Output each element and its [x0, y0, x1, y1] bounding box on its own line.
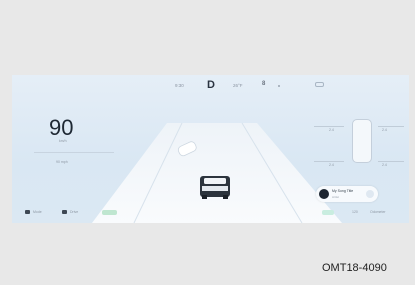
- tire-line: [314, 126, 344, 127]
- status-bar: 9:30 D 26°F 8: [12, 79, 409, 93]
- media-title: My Song Title: [332, 189, 354, 193]
- car-topview-icon: [352, 119, 372, 163]
- speed-value: 90: [49, 115, 74, 140]
- bottom-right-item-2: Odometer: [370, 210, 386, 214]
- status-number: 8: [262, 81, 266, 87]
- figure-caption: OMT18-4090: [322, 262, 387, 274]
- tire-line: [378, 126, 404, 127]
- tire-line: [314, 161, 344, 162]
- clock: 9:30: [175, 83, 184, 88]
- bottom-status-bar: Mode Drive 120 Odometer: [12, 207, 409, 219]
- status-dot-icon: [278, 85, 280, 87]
- tire-front-left: 2.4: [329, 128, 334, 132]
- mode-icon: [25, 210, 30, 214]
- bottom-left-item-2: Drive: [70, 210, 79, 214]
- tire-line: [378, 161, 404, 162]
- outside-temperature: 26°F: [233, 83, 243, 88]
- instrument-display: 9:30 D 26°F 8 90 km/h 90 mph 2.4 2.4 2.4…: [12, 75, 409, 223]
- status-pill-right: [322, 210, 334, 215]
- tire-front-right: 2.4: [382, 128, 387, 132]
- bottom-right-item-1: 120: [352, 210, 358, 214]
- media-artist: Artist: [332, 195, 339, 199]
- connection-icon: [315, 82, 324, 87]
- tire-rear-left: 2.4: [329, 163, 334, 167]
- gear-indicator: D: [207, 79, 215, 91]
- tire-rear-right: 2.4: [382, 163, 387, 167]
- bottom-left-item-1: Mode: [33, 210, 42, 214]
- album-art: [319, 189, 329, 199]
- speed-unit: km/h: [59, 139, 67, 143]
- speed-limit: 90 mph: [56, 160, 68, 164]
- speed-divider: [34, 152, 114, 153]
- media-play-button[interactable]: [366, 190, 374, 198]
- media-widget[interactable]: My Song Title Artist: [316, 186, 378, 202]
- status-pill: [102, 210, 117, 215]
- drive-icon: [62, 210, 67, 214]
- ego-vehicle: [200, 176, 230, 199]
